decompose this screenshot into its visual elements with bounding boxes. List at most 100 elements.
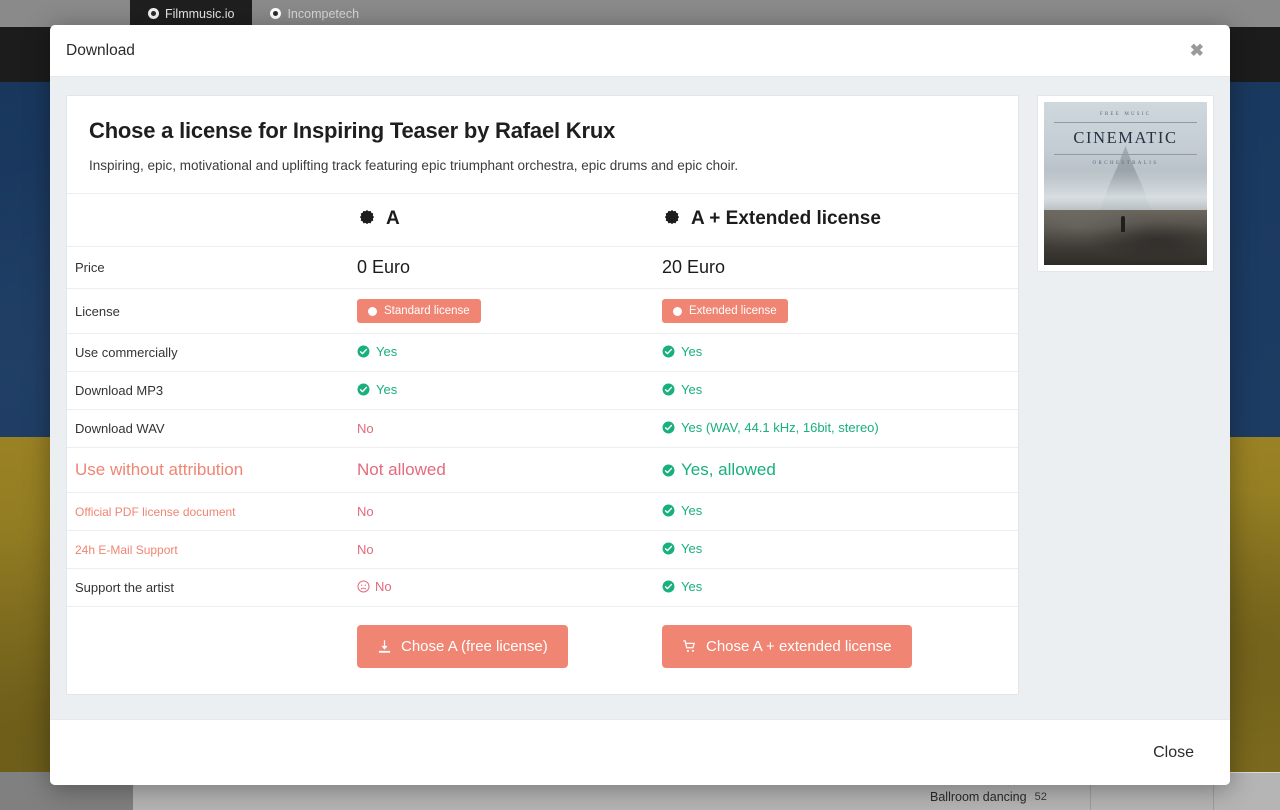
row-plan-a-cell: No <box>357 409 662 448</box>
feature-column-header <box>67 193 357 247</box>
value-text: Yes <box>681 541 703 556</box>
table-row: Price 0 Euro 20 Euro <box>67 246 1018 289</box>
table-foot: Chose A (free license) Chose A + extende… <box>67 606 1018 694</box>
background-tag-count: 52 <box>1034 791 1047 803</box>
row-feature-label: Download MP3 <box>75 383 164 398</box>
download-modal: Download ✖ Chose a license for Inspiring… <box>50 25 1230 785</box>
browser-tab-label: Filmmusic.io <box>165 6 235 21</box>
value-text: Yes (WAV, 44.1 kHz, 16bit, stereo) <box>681 420 879 435</box>
row-feature-label-cell: Download MP3 <box>67 371 357 410</box>
standard-license-badge[interactable]: Standard license <box>357 299 481 323</box>
check-circle-icon <box>662 421 675 434</box>
row-plan-a-cell: 0 Euro <box>357 246 662 289</box>
check-circle-icon <box>662 345 675 358</box>
actions-row: Chose A (free license) Chose A + extende… <box>67 606 1018 694</box>
row-feature-label: Use without attribution <box>75 460 244 479</box>
price-value-a: 0 Euro <box>357 257 411 277</box>
table-row: 24h E-Mail Support No Yes <box>67 530 1018 569</box>
circle-record-icon <box>270 8 282 19</box>
value-yes-extended: Yes <box>662 344 702 359</box>
value-yes-extended: Yes <box>662 503 702 518</box>
value-no-a: No <box>357 579 392 594</box>
row-feature-label-cell: Use commercially <box>67 333 357 372</box>
check-circle-icon <box>357 383 370 396</box>
row-plan-extended-cell: Yes <box>662 371 1018 410</box>
row-plan-extended-cell: Yes (WAV, 44.1 kHz, 16bit, stereo) <box>662 409 1018 448</box>
row-feature-label: Download WAV <box>75 421 165 436</box>
check-circle-icon <box>662 542 675 555</box>
free-license-action-cell: Chose A (free license) <box>357 606 662 694</box>
page-root: Filmmusic.io Incompetech Ballroom dancin… <box>0 0 1280 810</box>
value-text: Yes, allowed <box>681 460 776 479</box>
value-no-a: No <box>357 504 374 519</box>
row-plan-a-cell: No <box>357 530 662 569</box>
browser-tab-bar: Filmmusic.io Incompetech <box>0 0 1280 27</box>
close-icon[interactable]: ✖ <box>1186 40 1208 61</box>
row-feature-label: 24h E-Mail Support <box>75 543 178 557</box>
row-plan-extended-cell: 20 Euro <box>662 246 1018 289</box>
table-row: Official PDF license document No Yes <box>67 492 1018 531</box>
background-tag-name: Ballroom dancing <box>930 790 1027 804</box>
value-text: Yes <box>681 579 703 594</box>
browser-tab-label: Incompetech <box>287 6 360 21</box>
album-title-text: CINEMATIC <box>1054 122 1197 155</box>
table-row: License Standard license Extended license <box>67 288 1018 334</box>
browser-tab-incompetech[interactable]: Incompetech <box>252 0 377 27</box>
card-header: Chose a license for Inspiring Teaser by … <box>67 96 1018 193</box>
row-feature-label-cell: Download WAV <box>67 409 357 448</box>
row-feature-label-cell: 24h E-Mail Support <box>67 530 357 569</box>
album-art-container: FREE MUSIC CINEMATIC ORCHESTRALIS <box>1037 95 1214 272</box>
value-no-a: No <box>357 542 374 557</box>
table-row: Support the artist No Yes <box>67 568 1018 607</box>
row-feature-label-cell: Official PDF license document <box>67 492 357 531</box>
check-circle-icon <box>662 580 675 593</box>
album-cover-text: FREE MUSIC CINEMATIC ORCHESTRALIS <box>1044 112 1207 166</box>
check-circle-icon <box>662 464 675 476</box>
check-circle-icon <box>357 345 370 358</box>
plan-a-column-header: A <box>357 193 662 247</box>
close-button[interactable]: Close <box>1149 738 1198 768</box>
modal-footer: Close <box>50 719 1230 785</box>
album-figure-silhouette <box>1120 216 1125 233</box>
circle-record-icon <box>148 8 159 19</box>
row-plan-a-cell: No <box>357 568 662 607</box>
value-no-a: Not allowed <box>357 460 446 480</box>
modal-header: Download ✖ <box>50 25 1230 77</box>
value-yes-extended: Yes <box>662 579 702 594</box>
actions-spacer <box>67 606 357 694</box>
check-circle-icon <box>662 383 675 396</box>
table-row: Use without attribution Not allowed Yes, a… <box>67 447 1018 493</box>
download-icon <box>378 640 391 653</box>
row-plan-a-cell: No <box>357 492 662 531</box>
shopping-cart-icon <box>683 640 696 652</box>
badge-dot-icon <box>368 306 377 316</box>
album-cover-image: FREE MUSIC CINEMATIC ORCHESTRALIS <box>1044 102 1207 265</box>
plan-extended-label: A + Extended license <box>691 208 881 229</box>
value-text: Yes <box>681 503 703 518</box>
row-feature-label: License <box>75 303 120 319</box>
plan-extended-column-header: A + Extended license <box>662 193 1018 247</box>
browser-tab-filmmusic[interactable]: Filmmusic.io <box>130 0 253 27</box>
background-tag-item[interactable]: Ballroom dancing 52 <box>930 790 1047 804</box>
row-feature-label-cell: Use without attribution <box>67 447 357 493</box>
value-text: Yes <box>681 344 703 359</box>
row-plan-extended-cell: Extended license <box>662 288 1018 334</box>
row-feature-label: Support the artist <box>75 580 174 595</box>
chose-extended-license-button[interactable]: Chose A + extended license <box>662 625 912 668</box>
row-plan-extended-cell: Yes <box>662 492 1018 531</box>
extended-license-badge-label: Extended license <box>689 305 777 317</box>
row-plan-extended-cell: Yes <box>662 530 1018 569</box>
license-seal-icon <box>359 210 375 225</box>
row-plan-a-cell: Not allowed <box>357 447 662 493</box>
chose-free-license-button[interactable]: Chose A (free license) <box>357 625 568 668</box>
table-header-row: A A + Extended license <box>67 193 1018 247</box>
price-value-extended: 20 Euro <box>662 257 726 277</box>
row-feature-label: Official PDF license document <box>75 505 236 519</box>
chose-free-license-label: Chose A (free license) <box>401 638 548 655</box>
value-yes-a: Yes <box>357 344 397 359</box>
row-feature-label: Price <box>75 260 105 275</box>
extended-license-badge[interactable]: Extended license <box>662 299 788 323</box>
album-ground-layer <box>1044 209 1207 265</box>
modal-title: Download <box>66 41 135 59</box>
value-text: Not allowed <box>357 460 446 479</box>
